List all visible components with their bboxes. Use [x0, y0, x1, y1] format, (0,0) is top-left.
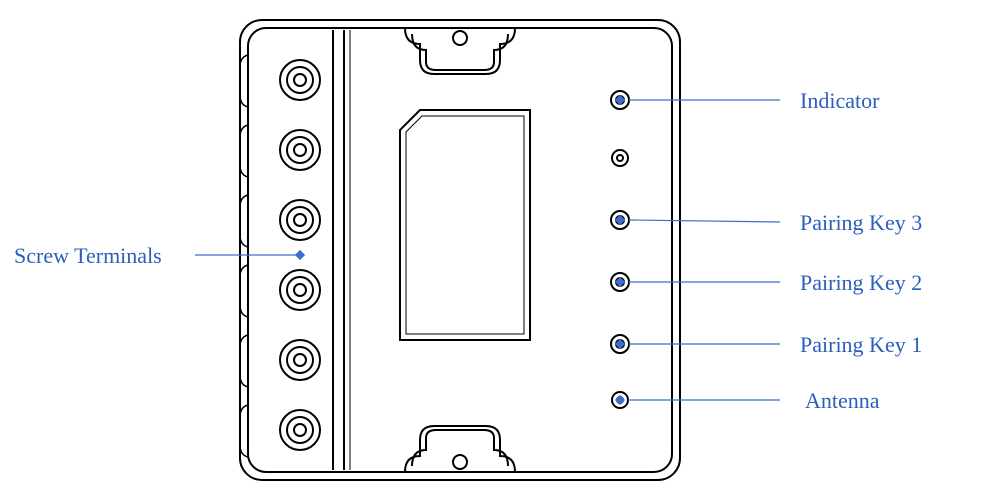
- top-notch: [405, 28, 515, 74]
- screw-terminal-1: [280, 60, 320, 100]
- screw-terminal-6: [280, 410, 320, 450]
- screw-terminal-3: [280, 200, 320, 240]
- label-pairing-key-1: Pairing Key 1: [800, 332, 922, 358]
- top-notch-inner: [412, 34, 508, 70]
- label-pairing-key-2: Pairing Key 2: [800, 270, 922, 296]
- screw-terminal-2: [280, 130, 320, 170]
- label-antenna: Antenna: [805, 388, 880, 414]
- center-recess: [400, 110, 530, 340]
- label-screw-terminals: Screw Terminals: [14, 243, 162, 269]
- screw-terminal-5: [280, 340, 320, 380]
- top-screw-hole: [453, 31, 467, 45]
- bottom-notch: [405, 426, 515, 472]
- label-pairing-key-3: Pairing Key 3: [800, 210, 922, 236]
- bottom-screw-hole: [453, 455, 467, 469]
- label-indicator: Indicator: [800, 88, 879, 114]
- right-side-holes: [611, 91, 629, 408]
- screw-terminal-4: [280, 270, 320, 310]
- case-outer-inner: [248, 28, 672, 472]
- aux-hole: [612, 150, 628, 166]
- bottom-notch-inner: [412, 430, 508, 466]
- terminal-block-edge: [240, 55, 248, 457]
